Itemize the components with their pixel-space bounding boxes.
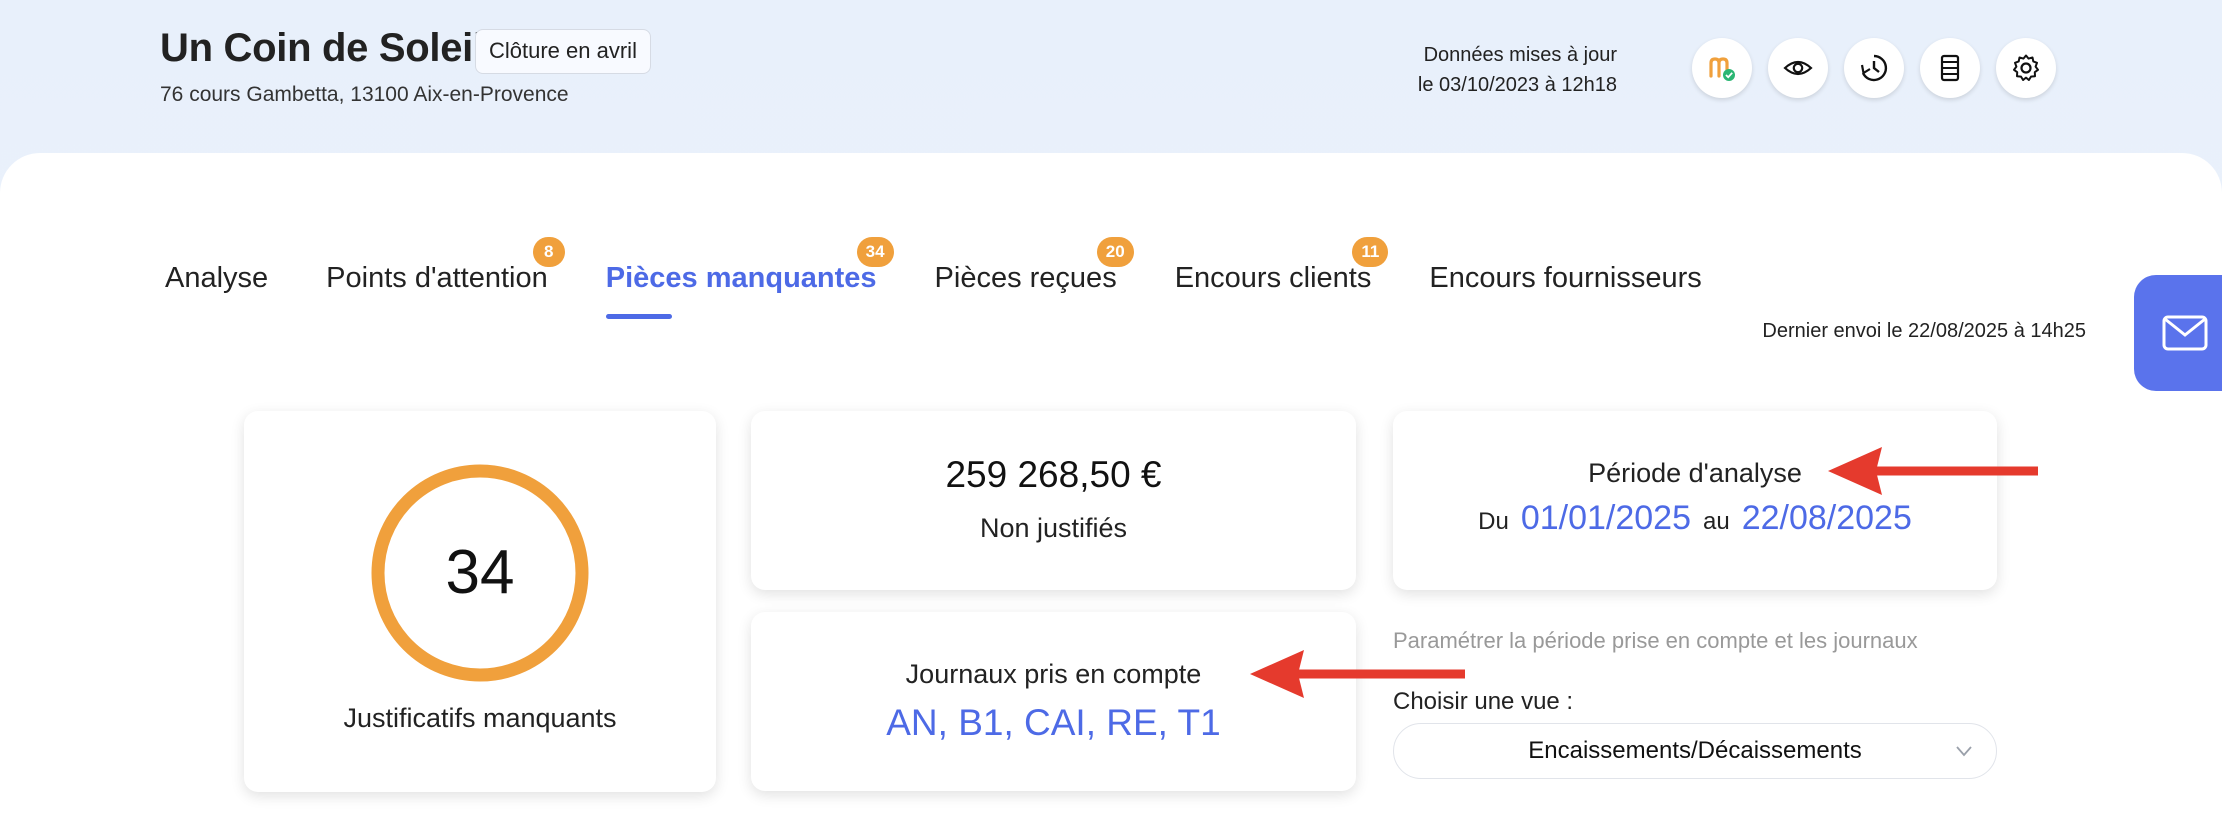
settings-button[interactable] <box>1996 38 2056 98</box>
header-actions <box>1692 38 2056 98</box>
history-button[interactable] <box>1844 38 1904 98</box>
tab-encours-fournisseurs[interactable]: Encours fournisseurs <box>1429 262 1701 324</box>
period-to-word: au <box>1702 508 1730 535</box>
unjustified-amount: 259 268,50 € <box>945 454 1162 495</box>
tab-label: Analyse <box>165 262 269 294</box>
tab-pieces-recues[interactable]: Pièces reçues 20 <box>934 237 1134 324</box>
gear-icon <box>2013 54 2039 81</box>
tab-encours-clients[interactable]: Encours clients 11 <box>1174 237 1389 324</box>
period-settings-link[interactable]: Paramétrer la période prise en compte et… <box>1393 628 1918 654</box>
period-range: Du 01/01/2025 au 22/08/2025 <box>1393 499 1997 538</box>
tab-label: Encours fournisseurs <box>1429 262 1702 294</box>
send-mail-button[interactable] <box>2134 275 2222 391</box>
active-tab-indicator <box>605 314 672 319</box>
tab-count-badge: 20 <box>1096 237 1134 267</box>
period-from-word: Du <box>1478 508 1509 535</box>
document-icon <box>1940 54 1960 82</box>
tab-bar: Analyse Points d'attention 8 Pièces manq… <box>165 237 1760 324</box>
tab-points-attention[interactable]: Points d'attention 8 <box>326 237 565 324</box>
tab-analyse[interactable]: Analyse <box>165 262 268 324</box>
company-address: 76 cours Gambetta, 13100 Aix-en-Provence <box>160 83 569 106</box>
update-line-2: le 03/10/2023 à 12h18 <box>1417 74 1617 96</box>
missing-count: 34 <box>445 538 515 607</box>
period-start-date[interactable]: 01/01/2025 <box>1521 499 1691 538</box>
unjustified-label: Non justifiés <box>979 513 1128 543</box>
chevron-down-icon <box>1956 746 1972 757</box>
missing-label: Justificatifs manquants <box>343 703 617 733</box>
tab-label: Points d'attention <box>326 262 548 294</box>
tab-count-badge: 8 <box>532 237 565 267</box>
period-end-date[interactable]: 22/08/2025 <box>1742 499 1912 538</box>
tab-label: Pièces manquantes <box>605 262 877 294</box>
documents-button[interactable] <box>1920 38 1980 98</box>
last-send-info: Dernier envoi le 22/08/2025 à 14h25 <box>1762 320 2086 342</box>
view-select[interactable]: Encaissements/Décaissements <box>1393 723 1997 779</box>
company-name: Un Coin de Soleil <box>160 26 484 70</box>
amount-card: 259 268,50 € Non justifiés <box>751 411 1356 590</box>
brand-logo-icon <box>1709 57 1735 81</box>
missing-count-ring: 34 <box>370 463 590 683</box>
update-info: Données mises à jour le 03/10/2023 à 12h… <box>1418 40 1617 100</box>
tab-pieces-manquantes[interactable]: Pièces manquantes 34 <box>605 237 894 324</box>
tab-count-badge: 11 <box>1352 237 1389 267</box>
analysis-period-card: Période d'analyse Du 01/01/2025 au 22/08… <box>1393 411 1997 590</box>
annotation-arrow-journals <box>1250 650 1465 698</box>
journals-card[interactable]: Journaux pris en compte AN, B1, CAI, RE,… <box>751 612 1356 791</box>
mail-icon <box>2162 315 2208 351</box>
closing-badge: Clôture en avril <box>475 29 651 74</box>
missing-documents-card: 34 Justificatifs manquants <box>244 411 716 792</box>
tab-label: Pièces reçues <box>934 262 1117 294</box>
brand-logo-button[interactable] <box>1692 38 1752 98</box>
journals-list[interactable]: AN, B1, CAI, RE, T1 <box>751 702 1356 744</box>
eye-icon <box>1783 60 1813 76</box>
update-line-1: Données mises à jour <box>1423 44 1617 66</box>
history-icon <box>1860 54 1888 82</box>
tab-label: Encours clients <box>1174 262 1372 294</box>
view-button[interactable] <box>1768 38 1828 98</box>
annotation-arrow-period <box>1828 447 2038 495</box>
tab-count-badge: 34 <box>856 237 894 267</box>
view-selected-value: Encaissements/Décaissements <box>1528 737 1862 764</box>
